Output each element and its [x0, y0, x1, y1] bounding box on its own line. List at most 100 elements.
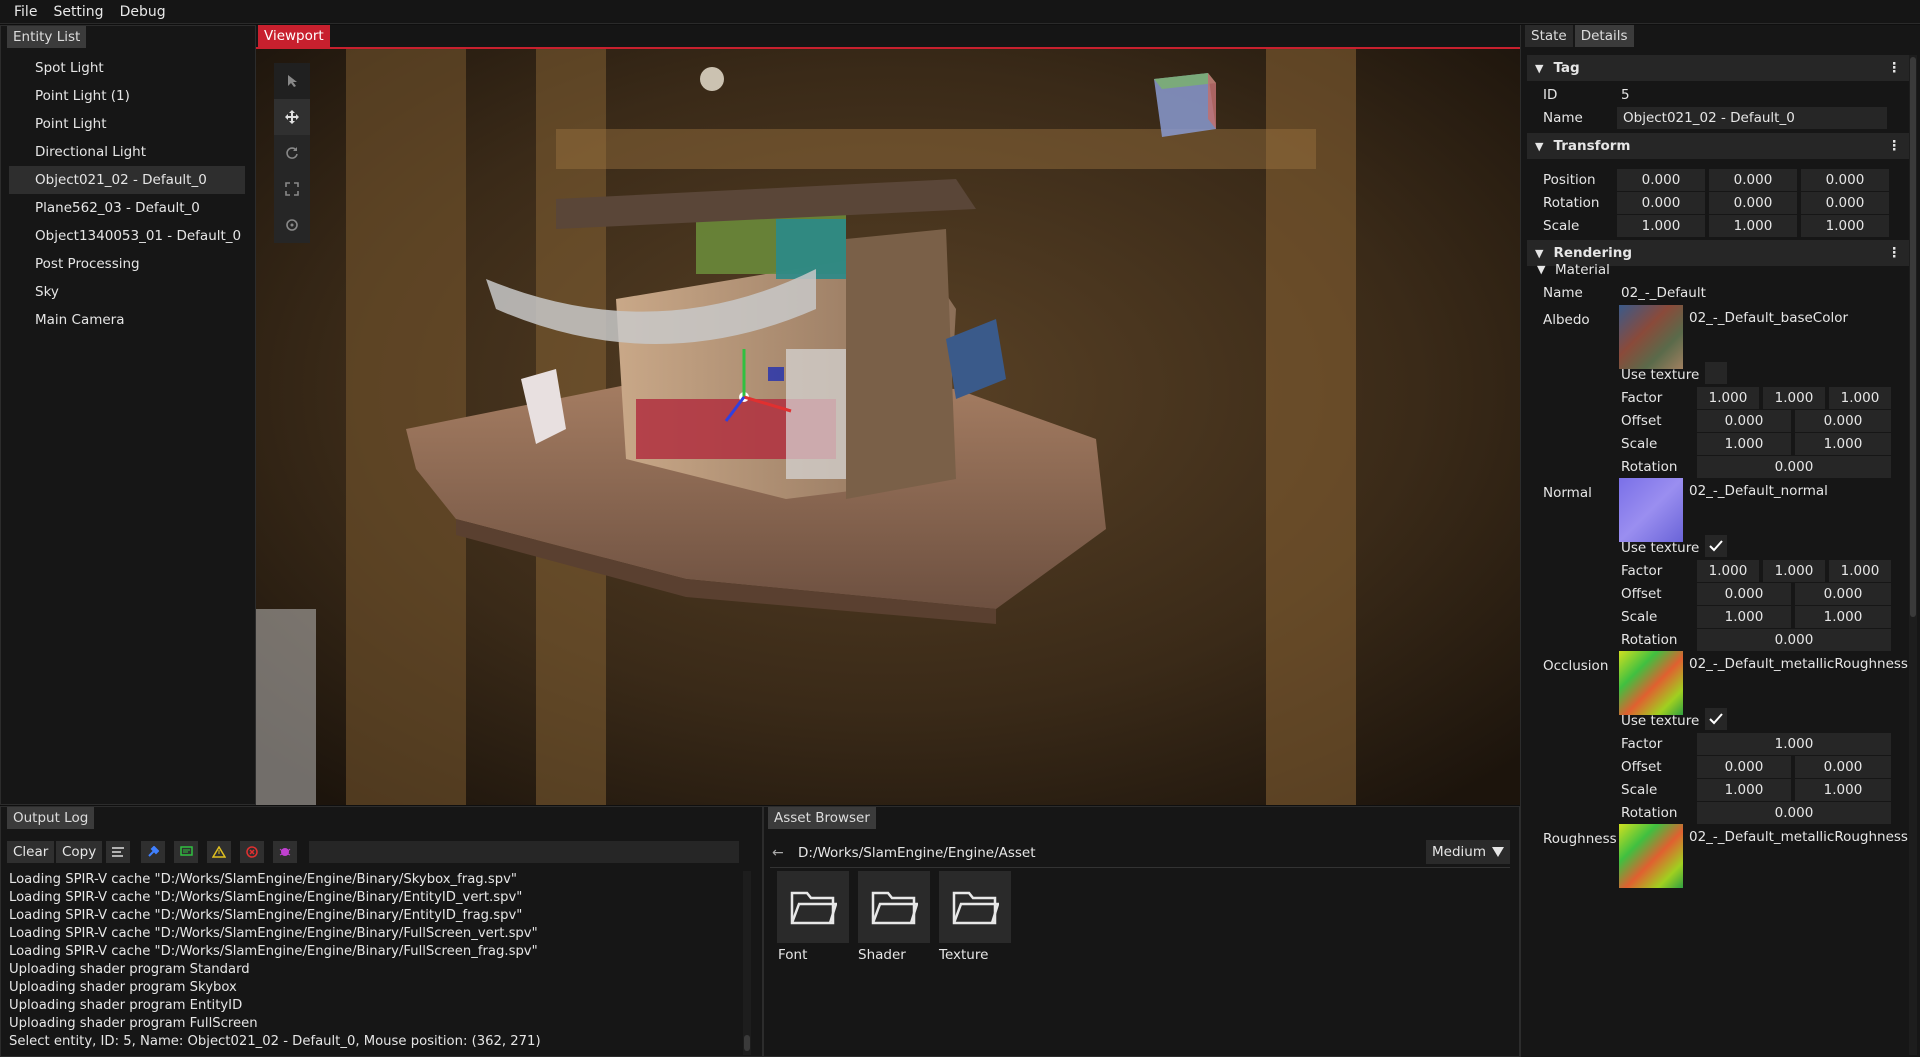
- normal-use-texture-checkbox[interactable]: [1705, 535, 1727, 557]
- more-options-icon[interactable]: ⋮: [1888, 138, 1902, 154]
- normal-offset-y[interactable]: 0.000: [1795, 583, 1891, 605]
- universal-tool-icon[interactable]: [274, 207, 310, 243]
- normal-texture-thumbnail[interactable]: [1619, 478, 1683, 542]
- entity-item-spot-light[interactable]: Spot Light: [1, 54, 255, 82]
- folder-font[interactable]: [777, 871, 849, 943]
- rotation-z-field[interactable]: 0.000: [1801, 192, 1889, 214]
- occlusion-scale-x[interactable]: 1.000: [1697, 779, 1791, 801]
- menu-setting[interactable]: Setting: [45, 0, 111, 24]
- albedo-rotation-label: Rotation: [1621, 459, 1678, 475]
- albedo-scale-y[interactable]: 1.000: [1795, 433, 1891, 455]
- albedo-use-texture-checkbox[interactable]: [1705, 362, 1727, 384]
- position-x-field[interactable]: 0.000: [1617, 169, 1705, 191]
- occlusion-scale-y[interactable]: 1.000: [1795, 779, 1891, 801]
- albedo-rotation-field[interactable]: 0.000: [1697, 456, 1891, 478]
- normal-rotation-field[interactable]: 0.000: [1697, 629, 1891, 651]
- albedo-offset-x[interactable]: 0.000: [1697, 410, 1791, 432]
- albedo-factor-r[interactable]: 1.000: [1697, 387, 1759, 409]
- position-y-field[interactable]: 0.000: [1709, 169, 1797, 191]
- tab-asset-browser[interactable]: Asset Browser: [768, 807, 876, 829]
- tab-viewport[interactable]: Viewport: [258, 25, 330, 47]
- tab-entity-list[interactable]: Entity List: [7, 26, 87, 48]
- occlusion-texture-thumbnail[interactable]: [1619, 651, 1683, 715]
- log-scrollbar-thumb[interactable]: [744, 1035, 750, 1051]
- more-options-icon[interactable]: ⋮: [1888, 60, 1902, 76]
- material-collapse-icon[interactable]: ▼: [1537, 263, 1545, 276]
- asset-path: D:/Works/SlamEngine/Engine/Asset: [798, 845, 1036, 861]
- tab-details[interactable]: Details: [1574, 25, 1634, 47]
- more-options-icon[interactable]: ⋮: [1888, 245, 1902, 261]
- folder-texture[interactable]: [939, 871, 1011, 943]
- copy-button[interactable]: Copy: [56, 841, 103, 863]
- albedo-offset-y[interactable]: 0.000: [1795, 410, 1891, 432]
- entity-item-post-processing[interactable]: Post Processing: [1, 250, 255, 278]
- rotation-x-field[interactable]: 0.000: [1617, 192, 1705, 214]
- rotation-y-field[interactable]: 0.000: [1709, 192, 1797, 214]
- albedo-label: Albedo: [1543, 312, 1590, 328]
- scale-y-field[interactable]: 1.000: [1709, 215, 1797, 237]
- albedo-scale-x[interactable]: 1.000: [1697, 433, 1791, 455]
- entity-item-object1340053[interactable]: Object1340053_01 - Default_0: [1, 222, 255, 250]
- critical-filter-icon[interactable]: [273, 841, 297, 863]
- occlusion-offset-y[interactable]: 0.000: [1795, 756, 1891, 778]
- info-filter-icon[interactable]: [174, 841, 198, 863]
- normal-factor-r[interactable]: 1.000: [1697, 560, 1759, 582]
- details-scrollbar-thumb[interactable]: [1910, 57, 1916, 617]
- albedo-factor-b[interactable]: 1.000: [1829, 387, 1891, 409]
- occlusion-use-texture-checkbox[interactable]: [1705, 708, 1727, 730]
- scale-tool-icon[interactable]: [274, 171, 310, 207]
- log-filter-input[interactable]: [309, 841, 739, 863]
- position-z-field[interactable]: 0.000: [1801, 169, 1889, 191]
- transform-section-header[interactable]: ▼ Transform ⋮: [1527, 133, 1909, 159]
- folder-icon: [952, 891, 999, 925]
- entity-item-sky[interactable]: Sky: [1, 278, 255, 306]
- entity-item-main-camera[interactable]: Main Camera: [1, 306, 255, 334]
- rotate-tool-icon[interactable]: [274, 135, 310, 171]
- log-line: Loading SPIR-V cache "D:/Works/SlamEngin…: [9, 890, 523, 905]
- view-cube-icon: [1154, 73, 1216, 137]
- normal-factor-g[interactable]: 1.000: [1763, 560, 1825, 582]
- tab-output-log[interactable]: Output Log: [7, 807, 95, 829]
- albedo-texture-thumbnail[interactable]: [1619, 305, 1683, 369]
- move-tool-icon[interactable]: [274, 99, 310, 135]
- menu-file[interactable]: File: [6, 0, 45, 24]
- name-field[interactable]: Object021_02 - Default_0: [1617, 107, 1887, 129]
- entity-item-point-light-1[interactable]: Point Light (1): [1, 82, 255, 110]
- occlusion-rotation-field[interactable]: 0.000: [1697, 802, 1891, 824]
- size-dropdown[interactable]: Medium: [1426, 840, 1510, 864]
- back-arrow-icon[interactable]: ←: [772, 845, 794, 861]
- roughness-texture-thumbnail[interactable]: [1619, 824, 1683, 888]
- normal-offset-x[interactable]: 0.000: [1697, 583, 1791, 605]
- normal-factor-b[interactable]: 1.000: [1829, 560, 1891, 582]
- occlusion-factor-field[interactable]: 1.000: [1697, 733, 1891, 755]
- occlusion-offset-x[interactable]: 0.000: [1697, 756, 1791, 778]
- folder-shader[interactable]: [858, 871, 930, 943]
- menu-debug[interactable]: Debug: [112, 0, 174, 24]
- tab-state[interactable]: State: [1525, 25, 1573, 47]
- tag-section-header[interactable]: ▼ Tag ⋮: [1527, 55, 1909, 81]
- entity-item-object021[interactable]: Object021_02 - Default_0: [9, 166, 245, 194]
- log-scrollbar[interactable]: [743, 871, 751, 1055]
- log-line: Uploading shader program EntityID: [9, 998, 243, 1013]
- entity-item-point-light[interactable]: Point Light: [1, 110, 255, 138]
- normal-scale-x[interactable]: 1.000: [1697, 606, 1791, 628]
- material-name-label: Name: [1543, 285, 1583, 301]
- name-label: Name: [1543, 110, 1583, 126]
- entity-item-plane562[interactable]: Plane562_03 - Default_0: [1, 194, 255, 222]
- viewport-canvas[interactable]: [256, 47, 1520, 805]
- details-scrollbar[interactable]: [1909, 55, 1917, 1055]
- trace-filter-icon[interactable]: [106, 841, 130, 863]
- normal-scale-y[interactable]: 1.000: [1795, 606, 1891, 628]
- entity-item-directional-light[interactable]: Directional Light: [1, 138, 255, 166]
- scale-x-field[interactable]: 1.000: [1617, 215, 1705, 237]
- error-filter-icon[interactable]: [240, 841, 264, 863]
- tag-header-label: Tag: [1553, 60, 1580, 76]
- debug-filter-icon[interactable]: [141, 841, 165, 863]
- warning-filter-icon[interactable]: [207, 841, 231, 863]
- albedo-factor-g[interactable]: 1.000: [1763, 387, 1825, 409]
- albedo-factor-label: Factor: [1621, 390, 1663, 406]
- cursor-tool-icon[interactable]: [274, 63, 310, 99]
- scale-z-field[interactable]: 1.000: [1801, 215, 1889, 237]
- menu-bar: File Setting Debug: [0, 0, 1920, 24]
- clear-button[interactable]: Clear: [7, 841, 55, 863]
